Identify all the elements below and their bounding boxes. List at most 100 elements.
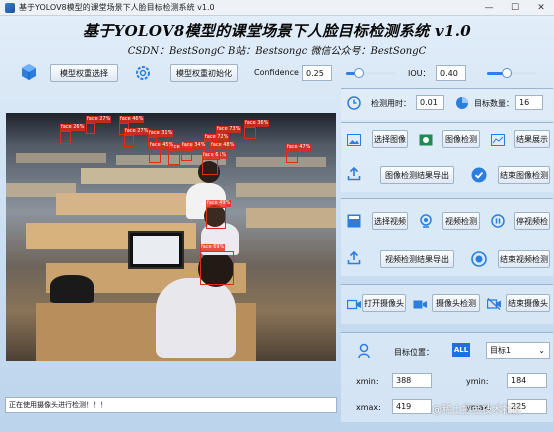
detection-box: face 69% xyxy=(200,244,234,285)
monitor xyxy=(128,231,184,269)
page-subtitle: CSDN：BestSongC B站：Bestsongc 微信公众号：BestSo… xyxy=(127,46,427,57)
camera-off-icon xyxy=(486,296,502,312)
desk xyxy=(236,183,336,197)
pie-chart-icon xyxy=(454,95,470,111)
iou-slider[interactable] xyxy=(487,68,537,78)
detection-box: face 36% xyxy=(244,120,270,139)
detection-label: face 73% xyxy=(216,126,242,133)
gear-icon xyxy=(134,64,152,82)
detection-label: face 45% xyxy=(149,142,175,149)
camera-detect-icon xyxy=(412,296,428,312)
app-icon xyxy=(5,2,15,13)
page-title: 基于YOLOV8模型的课堂场景下人脸目标检测系统 v1.0 xyxy=(83,22,471,40)
target-select-value: 目标1 xyxy=(490,346,512,355)
webcam-icon xyxy=(418,213,434,229)
detection-label: face 47% xyxy=(286,144,312,151)
detection-label: face 36% xyxy=(244,120,270,127)
classroom-window xyxy=(6,113,336,143)
video-detect-button[interactable]: 视频检测 xyxy=(442,212,480,230)
detection-box: face 27% xyxy=(124,128,150,147)
chart-icon xyxy=(490,132,506,148)
camera-detect-button[interactable]: 摄像头检测 xyxy=(432,294,480,312)
confidence-label: Confidence xyxy=(254,68,299,77)
detection-box: face 74% xyxy=(168,144,194,165)
target-select[interactable]: 目标1 ⌄ xyxy=(486,342,550,359)
iou-slider-handle[interactable] xyxy=(502,68,512,78)
export-image-result-button[interactable]: 图像检测结果导出 xyxy=(380,166,454,184)
video-camera-icon xyxy=(346,296,362,312)
image-detect-button[interactable]: 图像检测 xyxy=(442,130,480,148)
video-file-icon xyxy=(346,213,362,229)
maximize-button[interactable]: ☐ xyxy=(502,0,528,16)
iou-label: IOU： xyxy=(408,69,431,78)
window-titlebar: 基于YOLOV8模型的课堂场景下人脸目标检测系统 v1.0 — ☐ ✕ xyxy=(0,0,554,16)
detection-box: face 27% xyxy=(86,116,112,134)
upload-icon xyxy=(346,166,362,182)
count-value: 16 xyxy=(515,95,543,110)
ymin-label: ymin: xyxy=(466,377,489,386)
all-badge: ALL xyxy=(452,343,470,357)
xmax-value: 419 xyxy=(392,399,432,414)
pause-video-button[interactable]: 停视频检 xyxy=(514,212,550,230)
window-title: 基于YOLOV8模型的课堂场景下人脸目标检测系统 v1.0 xyxy=(19,3,215,12)
detection-label: face 27% xyxy=(124,128,150,135)
desk xyxy=(81,168,211,184)
clock-icon xyxy=(346,95,362,111)
detection-label: face 27% xyxy=(86,116,112,123)
pause-icon xyxy=(490,213,506,229)
detection-label: face 31% xyxy=(148,130,174,137)
image-icon xyxy=(346,132,362,148)
model-select-button[interactable]: 模型权重选择 xyxy=(50,64,118,82)
iou-input[interactable]: 0.40 xyxy=(436,65,466,81)
model-init-button[interactable]: 模型权重初始化 xyxy=(170,64,238,82)
image-detect-icon xyxy=(418,132,434,148)
detection-box: face 26% xyxy=(60,124,86,144)
detection-label: face 48% xyxy=(210,142,236,149)
count-label: 目标数量： xyxy=(474,99,514,108)
location-pin-icon xyxy=(356,342,372,360)
desk xyxy=(16,153,106,163)
check-circle-icon xyxy=(470,166,488,184)
confidence-slider[interactable] xyxy=(346,68,396,78)
camera-view: face 46% face 26% face 27% face 27% face… xyxy=(6,113,336,361)
confidence-slider-handle[interactable] xyxy=(354,68,364,78)
time-value: 0.01 xyxy=(416,95,444,110)
chevron-down-icon: ⌄ xyxy=(538,346,545,355)
detection-box: face 45% xyxy=(149,142,175,163)
bag xyxy=(50,275,94,303)
student xyxy=(156,278,236,358)
detection-box: face 61% xyxy=(202,152,228,175)
desk xyxy=(246,208,336,228)
desk xyxy=(236,157,326,167)
detection-label: face 72% xyxy=(204,134,230,141)
detection-box: face 34% xyxy=(181,142,207,161)
time-label: 检测用时： xyxy=(371,99,411,108)
status-bar: 正在使用摄像头进行检测！！！ xyxy=(5,397,337,413)
target-position-label: 目标位置： xyxy=(394,348,434,357)
desk xyxy=(56,193,186,215)
select-image-button[interactable]: 选择图像 xyxy=(372,130,408,148)
open-camera-button[interactable]: 打开摄像头 xyxy=(362,294,406,312)
upload-icon xyxy=(346,250,362,266)
detection-label: face 49% xyxy=(206,200,232,207)
detection-box: face 48% xyxy=(210,142,236,160)
detection-box: face 47% xyxy=(286,144,312,163)
export-video-result-button[interactable]: 视频检测结果导出 xyxy=(380,250,454,268)
close-button[interactable]: ✕ xyxy=(528,0,554,16)
cube-icon xyxy=(20,63,38,81)
detection-label: face 34% xyxy=(181,142,207,149)
stop-circle-icon xyxy=(470,250,488,268)
detection-label: face 46% xyxy=(119,116,145,123)
confidence-input[interactable]: 0.25 xyxy=(302,65,332,81)
end-video-detect-button[interactable]: 结束视频检测 xyxy=(498,250,550,268)
detection-box: face 49% xyxy=(206,200,232,229)
xmin-label: xmin: xyxy=(356,377,379,386)
xmin-value: 388 xyxy=(392,373,432,388)
end-camera-button[interactable]: 结束摄像头 xyxy=(506,294,550,312)
end-image-detect-button[interactable]: 结束图像检测 xyxy=(498,166,550,184)
minimize-button[interactable]: — xyxy=(476,0,502,16)
detection-label: face 69% xyxy=(200,244,226,251)
xmax-label: xmax: xyxy=(356,403,381,412)
select-video-button[interactable]: 选择视频 xyxy=(372,212,408,230)
show-result-button[interactable]: 结果展示 xyxy=(514,130,550,148)
